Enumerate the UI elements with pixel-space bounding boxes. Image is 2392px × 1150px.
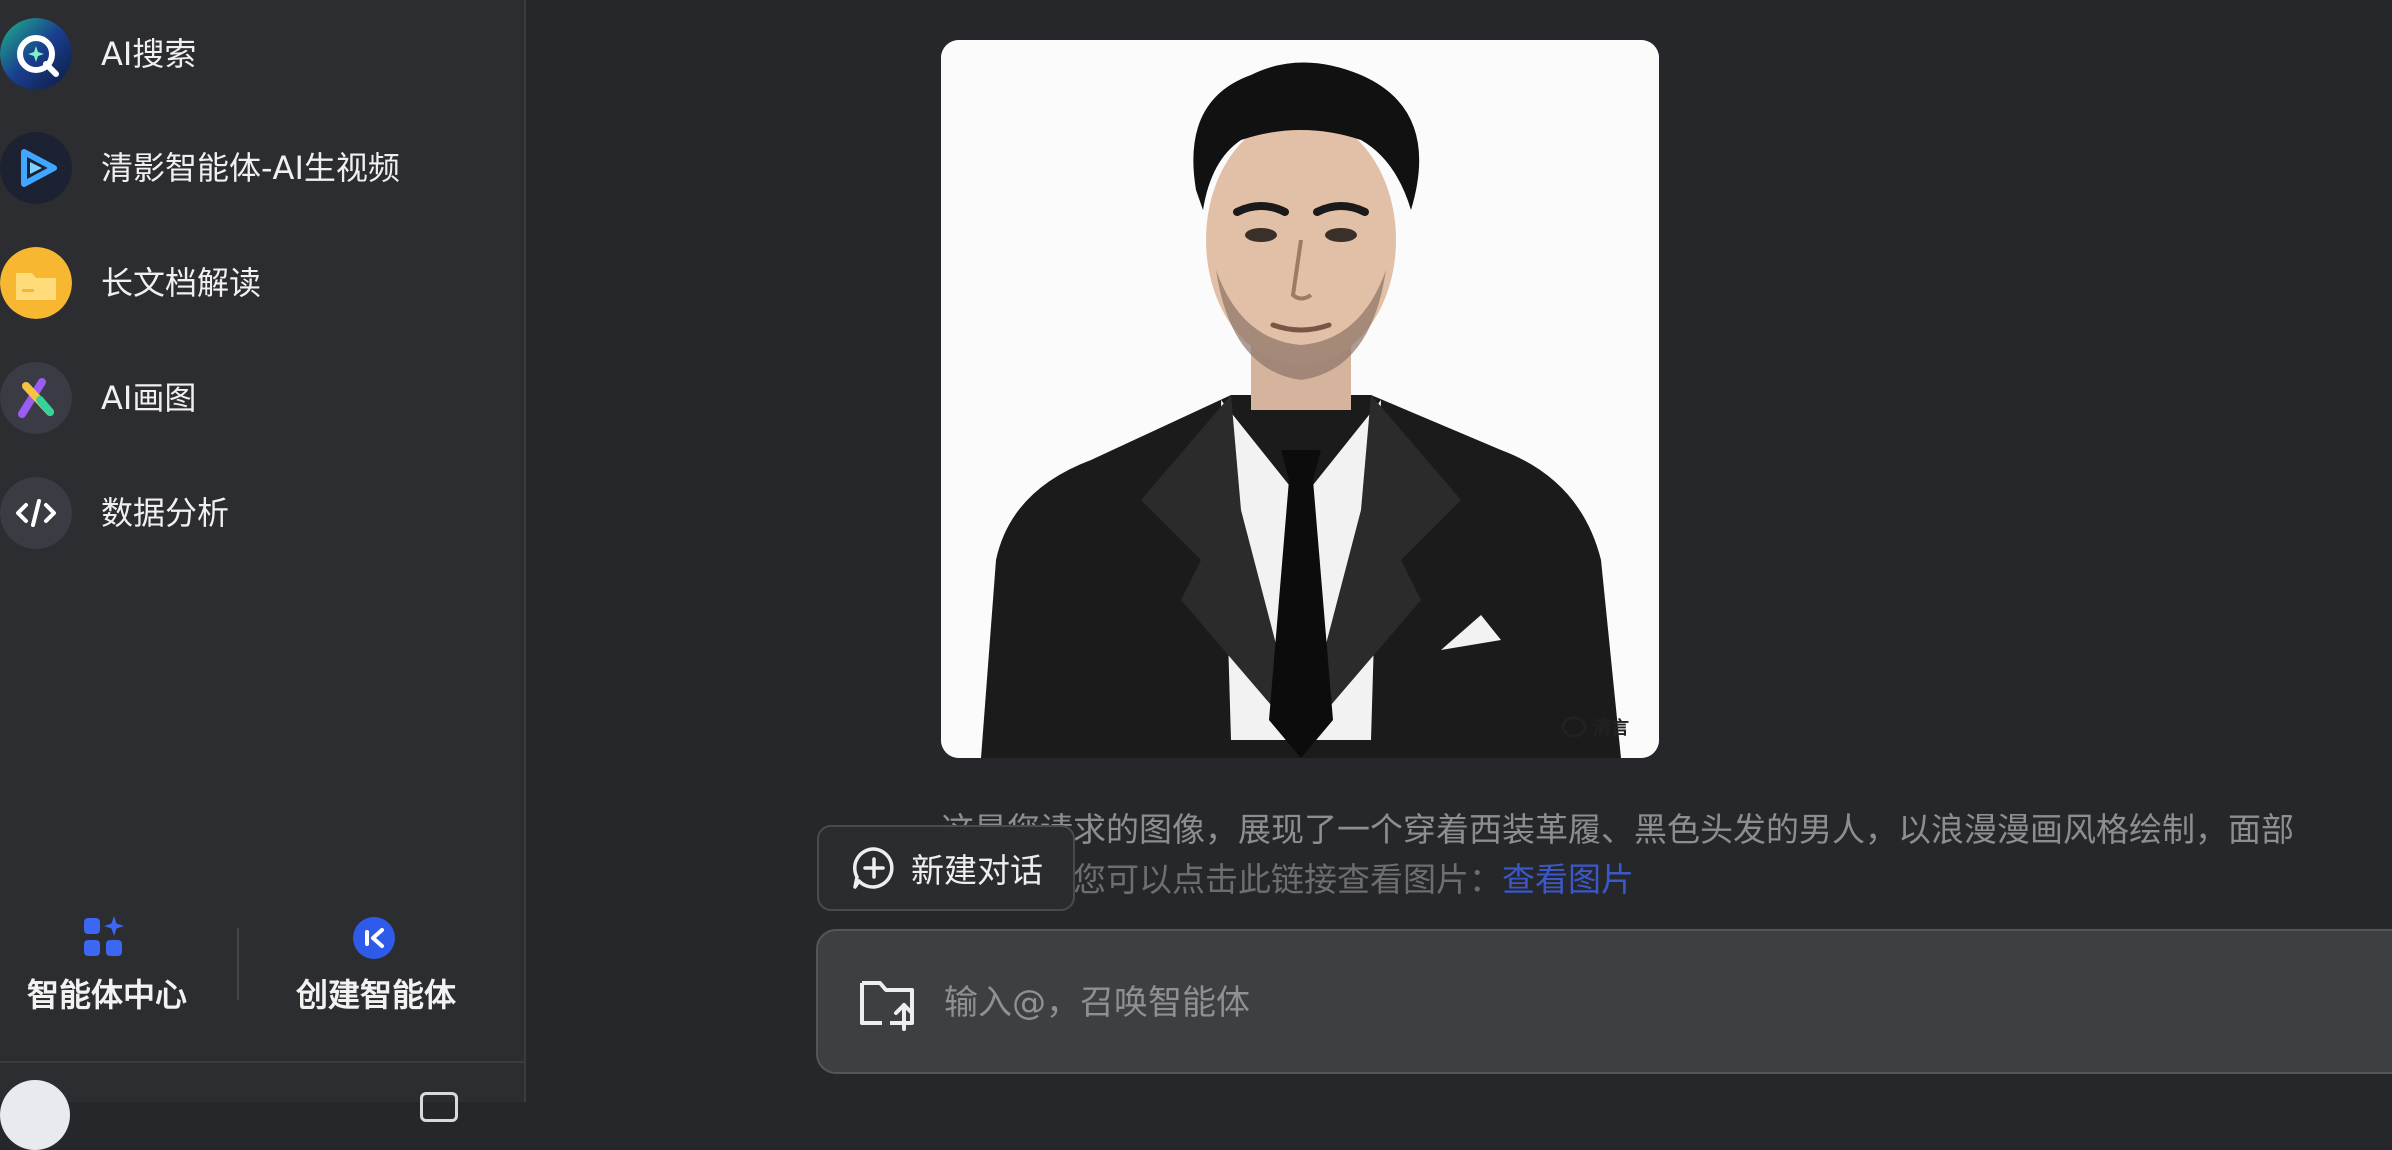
chat-main: 清言 这是您请求的图像，展现了一个穿着西装革履、黑色头发的男人，以浪漫漫画风格绘… [528,0,2392,1102]
chat-input[interactable] [942,971,2346,1035]
assistant-message-line2: 的期望！您可以点击此链接查看图片：查看图片 [941,855,2392,905]
sidebar-item-label: 清影智能体-AI生视频 [101,149,400,187]
sidebar-item-long-doc[interactable]: 长文档解读 [0,233,520,333]
generated-portrait-image[interactable]: 清言 [941,40,1659,758]
apps-grid-icon [82,916,126,960]
divider [0,1061,526,1063]
folder-icon [0,247,72,319]
video-play-icon [0,132,72,204]
create-agent-label: 创建智能体 [296,976,457,1014]
image-watermark: 清言 [1561,714,1629,740]
sidebar-item-label: 数据分析 [101,494,230,532]
sidebar-item-label: 长文档解读 [101,264,262,302]
sidebar-bottom-actions: 智能体中心 创建智能体 [0,900,526,1030]
code-icon [0,477,72,549]
sidebar-item-video[interactable]: 清影智能体-AI生视频 [0,118,520,218]
sidebar-item-label: AI画图 [101,379,197,417]
watermark-text: 清言 [1593,718,1629,739]
paint-x-icon [0,362,72,434]
create-agent-button[interactable]: 创建智能体 [262,900,482,1030]
assistant-message-line1: 这是您请求的图像，展现了一个穿着西装革履、黑色头发的男人，以浪漫漫画风格绘制，面… [941,810,2294,849]
avatar[interactable] [0,1080,70,1150]
new-chat-button[interactable]: 新建对话 [817,825,1075,911]
ai-search-icon [0,18,72,90]
agent-center-button[interactable]: 智能体中心 [0,900,208,1030]
sidebar-item-ai-search[interactable]: AI搜索 [0,4,520,104]
create-agent-icon [352,916,396,960]
chat-input-box [816,929,2392,1074]
upload-folder-icon[interactable] [858,975,920,1031]
sidebar-item-data-analysis[interactable]: 数据分析 [0,463,520,563]
sidebar: AI搜索 清影智能体-AI生视频 长文档解读 AI画图 数据分析 智能体中心 创… [0,0,526,1150]
assistant-message: 这是您请求的图像，展现了一个穿着西装革履、黑色头发的男人，以浪漫漫画风格绘制，面… [941,805,2392,905]
sidebar-toggle-icon[interactable] [420,1092,458,1122]
view-image-link[interactable]: 查看图片 [1502,860,1634,899]
agent-center-label: 智能体中心 [27,976,188,1014]
sidebar-item-label: AI搜索 [101,35,197,73]
new-chat-label: 新建对话 [911,851,1043,890]
divider [237,928,239,1000]
qingyan-logo-icon [1561,716,1587,738]
sidebar-item-ai-paint[interactable]: AI画图 [0,348,520,448]
new-chat-icon [853,847,894,889]
